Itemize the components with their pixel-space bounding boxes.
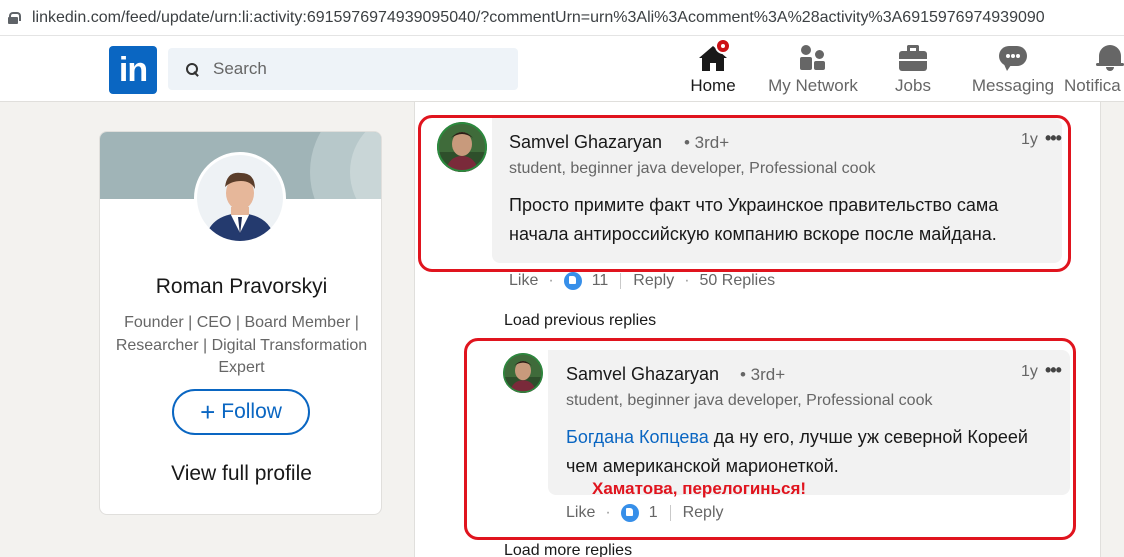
nav-label-home: Home — [690, 76, 736, 95]
notification-badge-icon — [715, 38, 731, 54]
reply-author-headline: student, beginner java developer, Profes… — [566, 392, 933, 409]
profile-name[interactable]: Roman Pravorskyi — [100, 275, 381, 299]
reply-actions: Like · 1 Reply — [566, 504, 724, 522]
comment-timestamp: 1y — [1021, 131, 1038, 148]
commenter-avatar[interactable] — [437, 122, 487, 172]
top-navigation: in Home My Network Jobs Messaging — [0, 36, 1124, 104]
reply-button[interactable]: Reply — [633, 272, 674, 290]
like-reaction-icon — [620, 504, 639, 522]
more-options-icon[interactable]: ••• — [1045, 128, 1062, 149]
nav-label-notifications: Notifica — [1064, 76, 1121, 95]
follow-label: Follow — [221, 400, 282, 423]
like-button[interactable]: Like — [566, 504, 595, 522]
follow-button[interactable]: + Follow — [172, 389, 310, 435]
more-options-icon[interactable]: ••• — [1045, 360, 1062, 381]
load-previous-replies-link[interactable]: Load previous replies — [504, 312, 656, 330]
reply-button[interactable]: Reply — [683, 504, 724, 522]
handwritten-annotation: Хаматова, перелогинься! — [592, 479, 807, 498]
comment-actions: Like · 11 Reply · 50 Replies — [509, 272, 776, 290]
reaction-count[interactable]: 1 — [649, 504, 658, 522]
profile-headline: Founder | CEO | Board Member | Researche… — [115, 314, 368, 376]
load-more-replies-link[interactable]: Load more replies — [504, 542, 632, 557]
nav-item-jobs[interactable]: Jobs — [886, 42, 940, 98]
nav-label-my-network: My Network — [768, 76, 858, 95]
replies-count-link[interactable]: 50 Replies — [700, 272, 776, 290]
nav-item-home[interactable]: Home — [663, 38, 763, 104]
comment-author-headline: student, beginner java developer, Profes… — [509, 160, 876, 177]
comment-author[interactable]: Samvel Ghazaryan — [509, 132, 662, 153]
connection-degree: • 3rd+ — [740, 365, 786, 384]
nav-item-messaging[interactable]: Messaging — [970, 42, 1056, 98]
view-full-profile-link[interactable]: View full profile — [100, 462, 381, 486]
reply-timestamp: 1y — [1021, 363, 1038, 380]
bell-icon — [1094, 42, 1124, 72]
reply-author[interactable]: Samvel Ghazaryan — [566, 364, 719, 385]
messaging-icon — [997, 42, 1029, 72]
search-input[interactable] — [213, 59, 493, 79]
network-icon — [797, 42, 829, 72]
like-reaction-icon — [563, 272, 582, 290]
browser-address-bar[interactable]: linkedin.com/feed/update/urn:li:activity… — [0, 0, 1124, 36]
nav-label-messaging: Messaging — [971, 76, 1055, 95]
briefcase-icon — [897, 42, 929, 72]
url-text[interactable]: linkedin.com/feed/update/urn:li:activity… — [32, 9, 1045, 27]
lock-icon — [8, 11, 21, 24]
connection-degree: • 3rd+ — [684, 133, 730, 152]
comment-text: Просто примите факт что Украинское прави… — [509, 195, 999, 244]
replier-avatar[interactable] — [503, 353, 543, 393]
profile-avatar[interactable] — [194, 152, 286, 244]
plus-icon: + — [200, 397, 216, 427]
search-box[interactable] — [168, 48, 518, 90]
reaction-count[interactable]: 11 — [592, 272, 609, 290]
home-icon — [697, 38, 731, 72]
like-button[interactable]: Like — [509, 272, 538, 290]
nav-item-my-network[interactable]: My Network — [766, 42, 860, 98]
mention-link[interactable]: Богдана Копцева — [566, 427, 709, 447]
nav-label-jobs: Jobs — [895, 76, 931, 95]
nav-item-notifications[interactable]: Notifica — [1064, 42, 1124, 98]
search-icon — [186, 62, 199, 76]
profile-card: Roman Pravorskyi Founder | CEO | Board M… — [99, 131, 382, 515]
reply-text: Богдана Копцева да ну его, лучше уж севе… — [566, 423, 1036, 481]
linkedin-logo[interactable]: in — [109, 46, 157, 94]
